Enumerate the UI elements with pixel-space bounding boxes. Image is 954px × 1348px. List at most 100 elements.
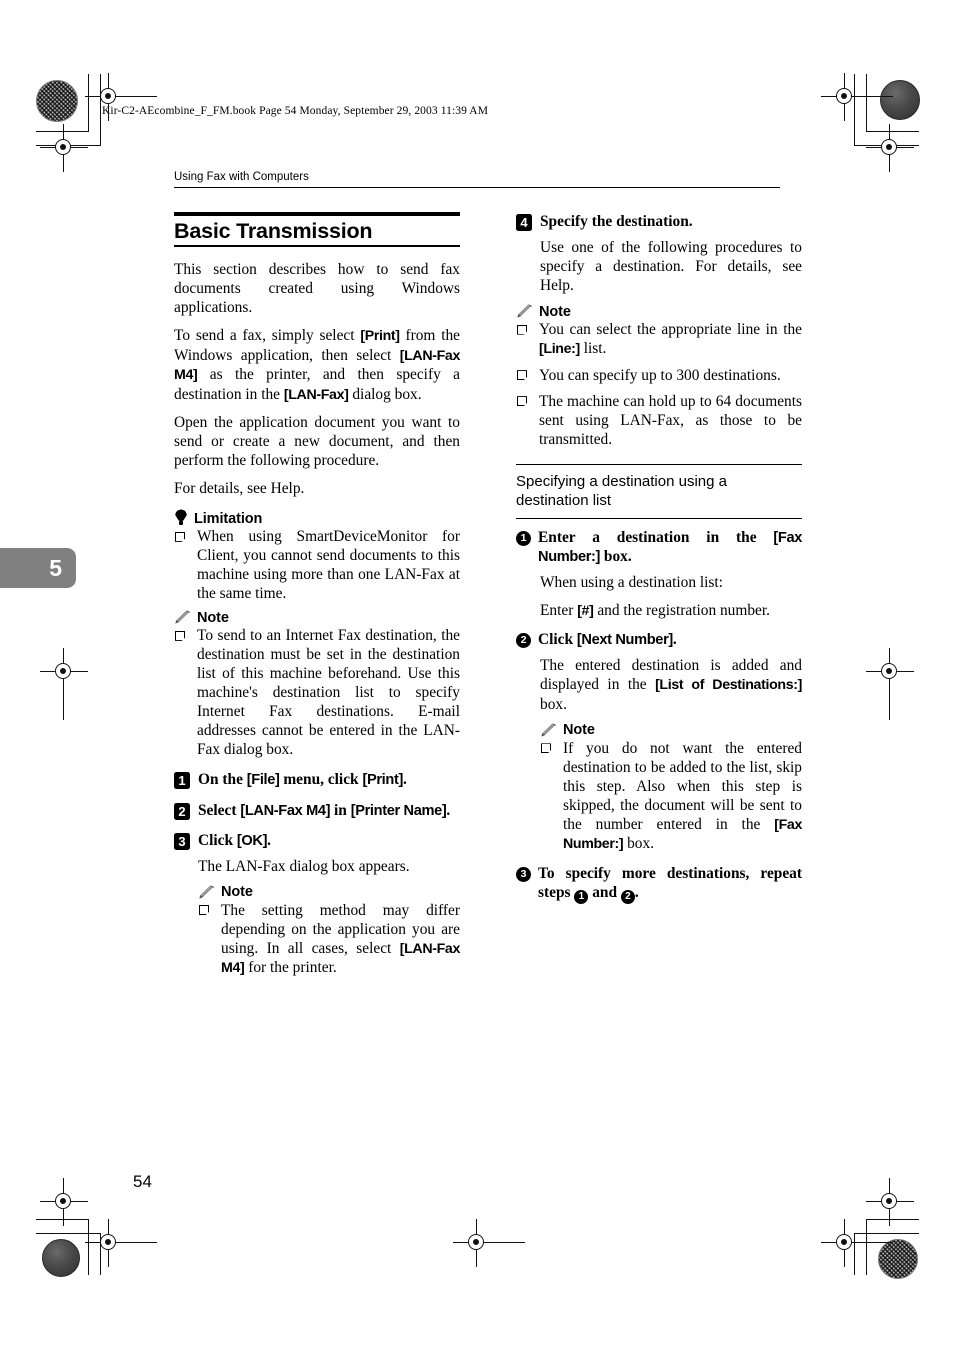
step-heading: Click [OK]. (198, 831, 460, 850)
text-run: . (672, 631, 677, 649)
text-run: in (330, 801, 351, 819)
square-bullet-icon (517, 324, 527, 335)
text-run: . (634, 883, 639, 901)
note-heading: Note (174, 610, 460, 625)
step-number: 2 (174, 802, 190, 820)
text-run: list. (579, 340, 607, 358)
ui-token-ok: [OK] (236, 832, 268, 849)
note-heading: Note (540, 723, 802, 738)
list-item: To send to an Internet Fax destination, … (174, 626, 460, 759)
subsection-heading: Specifying a destination using a destina… (516, 463, 802, 519)
step-1: 1 On the [File] menu, click [Print]. (174, 770, 460, 790)
note-label: Note (563, 722, 595, 739)
square-bullet-icon (541, 743, 551, 754)
substep-number: 1 (516, 530, 531, 546)
text-run: and (588, 883, 621, 901)
note-list: You can select the appropriate line in t… (516, 320, 802, 449)
square-bullet-icon (175, 531, 185, 542)
list-item: You can specify up to 300 destinations. (516, 366, 802, 385)
substep-1-body-2: Enter [#] and the registration number. (540, 601, 802, 621)
text-run: If you do not want the entered destinati… (563, 739, 802, 833)
list-item: The machine can hold up to 64 documents … (516, 392, 802, 449)
pencil-icon (199, 885, 215, 899)
text-run: box. (540, 695, 567, 713)
ui-token-printer-name: [Printer Name] (350, 802, 447, 819)
list-item: When using SmartDeviceMonitor for Client… (174, 527, 460, 603)
step-4-body-wrap: Use one of the following procedures to s… (516, 238, 802, 295)
step-number: 1 (174, 772, 190, 790)
note-heading: Note (198, 885, 460, 900)
substep-1-body-wrap: When using a destination list: Enter [#]… (516, 573, 802, 621)
text-run: You can select the appropriate line in t… (539, 321, 802, 339)
intro-paragraph-2: To send a fax, simply select [Print] fro… (174, 326, 460, 404)
inline-step-ref-2: 2 (620, 889, 635, 904)
text-run: . (446, 801, 451, 819)
step-4-body: Use one of the following procedures to s… (540, 239, 802, 295)
step-heading: On the [File] menu, click [Print]. (198, 770, 460, 789)
square-bullet-icon (199, 905, 209, 916)
text-run: On the (198, 771, 247, 789)
page-number: 54 (133, 1172, 152, 1191)
limitation-label: Limitation (194, 510, 263, 527)
step-2: 2 Select [LAN-Fax M4] in [Printer Name]. (174, 801, 460, 820)
page-title: Basic Transmission (174, 219, 373, 243)
list-item-text: To send to an Internet Fax destination, … (197, 627, 460, 759)
square-bullet-icon (517, 396, 527, 407)
ui-token-lan-fax-m4: [LAN-Fax M4] (240, 802, 331, 819)
intro-paragraph-4: For details, see Help. (174, 480, 305, 498)
note-list: If you do not want the entered destinati… (540, 739, 802, 854)
substep-heading: To specify more destinations, repeat ste… (538, 864, 802, 904)
text-run: Enter (540, 601, 578, 619)
running-head: Using Fax with Computers (174, 171, 780, 188)
ui-token-next-number: [Next Number] (576, 632, 673, 649)
text-run: menu, click (279, 771, 363, 789)
text-run: and the registration number. (593, 601, 771, 619)
substep-number: 3 (516, 866, 531, 882)
substep-heading: Enter a destination in the [Fax Number:]… (538, 528, 802, 566)
ui-token-print: [Print] (360, 328, 400, 345)
ui-token-file: [File] (246, 772, 280, 789)
pencil-icon (517, 304, 533, 318)
substep-2-body-wrap: The entered destination is added and dis… (516, 656, 802, 854)
text-run: Click (538, 631, 577, 649)
substep-number: 2 (516, 633, 531, 649)
note-label: Note (539, 303, 571, 320)
ui-token-lan-fax: [LAN-Fax] (283, 386, 349, 403)
page-content: Using Fax with Computers 5 54 Basic Tran… (0, 0, 954, 1348)
column-left: Basic Transmission This section describe… (174, 212, 460, 982)
text-run: . (402, 771, 407, 789)
ui-token-hash: [#] (577, 602, 594, 619)
pencil-icon (541, 723, 557, 737)
step-3: 3 Click [OK]. (174, 831, 460, 850)
substep-2: 2 Click [Next Number]. (516, 630, 802, 649)
text-run: Click (198, 831, 237, 849)
note-heading: Note (516, 304, 802, 319)
chapter-tab: 5 (0, 548, 76, 588)
text-run: Enter a destination in the (538, 528, 774, 546)
substep-1: 1 Enter a destination in the [Fax Number… (516, 528, 802, 566)
ui-token-line: [Line:] (539, 341, 580, 358)
list-item-text: You can specify up to 300 destinations. (539, 366, 781, 384)
step-3-body: The LAN-Fax dialog box appears. (198, 857, 410, 875)
note-list: The setting method may differ depending … (198, 901, 460, 978)
step-4: 4 Specify the destination. (516, 212, 802, 231)
balloon-icon (174, 509, 188, 526)
square-bullet-icon (175, 630, 185, 641)
text-run: dialog box. (348, 385, 422, 403)
column-right: 4 Specify the destination. Use one of th… (516, 212, 802, 904)
text-run: Select (198, 801, 241, 819)
list-item-text: The machine can hold up to 64 documents … (539, 392, 802, 448)
step-number: 4 (516, 214, 532, 231)
ui-token-print: [Print] (362, 772, 403, 789)
step-number: 3 (174, 832, 190, 850)
substep-2-body: The entered destination is added and dis… (540, 656, 802, 714)
text-run: To send a fax, simply select (174, 327, 361, 345)
substep-heading: Click [Next Number]. (538, 630, 802, 649)
intro-paragraph-1: This section describes how to send fax d… (174, 261, 460, 317)
limitation-list: When using SmartDeviceMonitor for Client… (174, 527, 460, 603)
note-label: Note (197, 609, 229, 626)
substep-1-body-1: When using a destination list: (540, 573, 723, 591)
step-heading: Select [LAN-Fax M4] in [Printer Name]. (198, 801, 460, 820)
list-item-text: When using SmartDeviceMonitor for Client… (197, 528, 460, 603)
pencil-icon (175, 610, 191, 624)
